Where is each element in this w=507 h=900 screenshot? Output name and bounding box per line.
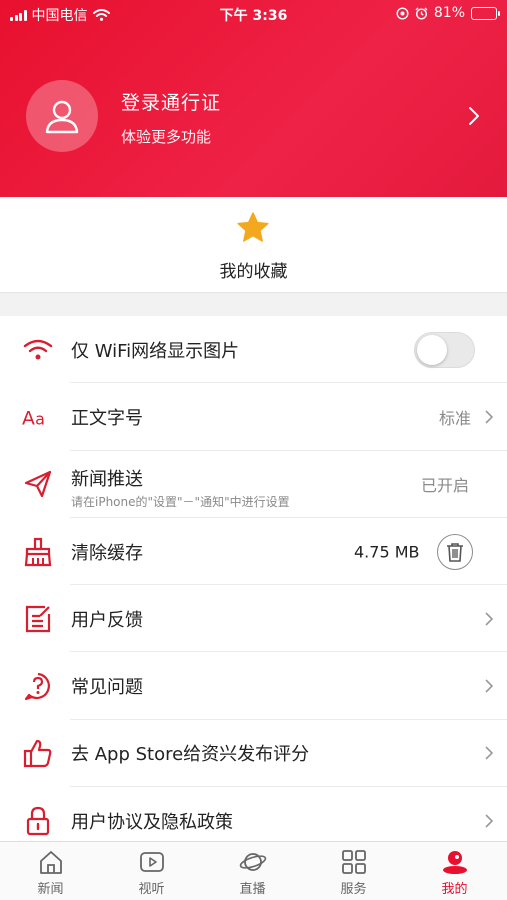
svg-text:a: a <box>35 409 45 428</box>
chevron-right-icon <box>485 612 494 626</box>
profile-header: 中国电信 下午 3:36 81% 登录通行证 体验更多功能 <box>0 0 507 197</box>
question-icon <box>22 670 54 702</box>
faq-row[interactable]: 常见问题 <box>0 652 507 721</box>
feedback-label: 用户反馈 <box>71 609 143 631</box>
status-bar: 中国电信 下午 3:36 81% <box>0 0 507 28</box>
chevron-right-icon <box>485 746 494 760</box>
send-icon <box>22 468 54 500</box>
tab-label: 我的 <box>441 882 468 897</box>
lock-icon <box>22 805 54 837</box>
wifi-icon <box>22 334 54 366</box>
login-title[interactable]: 登录通行证 <box>121 88 221 115</box>
push-row[interactable]: 新闻推送 请在iPhone的"设置"－"通知"中进行设置 已开启 <box>0 451 507 519</box>
cache-size: 4.75 MB <box>354 542 420 562</box>
font-size-row[interactable]: A a 正文字号 标准 <box>0 383 507 451</box>
broom-icon <box>22 536 54 568</box>
toggle-knob <box>417 334 447 365</box>
chevron-right-icon[interactable] <box>468 106 480 126</box>
play-icon <box>138 848 166 876</box>
tab-label: 视听 <box>138 882 165 897</box>
battery-icon <box>471 6 500 20</box>
chevron-right-icon <box>485 814 494 828</box>
home-icon <box>37 848 65 876</box>
star-icon <box>237 212 269 242</box>
login-subtitle: 体验更多功能 <box>121 128 212 146</box>
profile-icon <box>441 848 469 876</box>
settings-list: 仅 WiFi网络显示图片 A a 正文字号 标准 新闻推送 请在iPhone的"… <box>0 316 507 855</box>
clear-cache-button[interactable] <box>437 533 473 570</box>
favorites-label: 我的收藏 <box>219 262 288 282</box>
chevron-right-icon <box>485 410 494 424</box>
faq-label: 常见问题 <box>71 677 143 699</box>
tab-bar: 新闻 视听 直播 服务 我的 <box>0 841 507 900</box>
trash-icon <box>447 542 463 562</box>
font-size-icon: A a <box>22 401 54 433</box>
tab-news[interactable]: 新闻 <box>0 842 101 900</box>
tab-services[interactable]: 服务 <box>303 842 404 900</box>
svg-text:A: A <box>22 408 35 428</box>
privacy-label: 用户协议及隐私政策 <box>71 811 233 833</box>
push-value: 已开启 <box>421 476 470 496</box>
favorites-section[interactable]: 我的收藏 <box>0 197 507 293</box>
avatar[interactable] <box>26 80 98 152</box>
tab-label: 服务 <box>340 882 367 897</box>
wifi-images-row: 仅 WiFi网络显示图片 <box>0 316 507 384</box>
rate-label: 去 App Store给资兴发布评分 <box>71 744 310 766</box>
wifi-images-label: 仅 WiFi网络显示图片 <box>71 340 240 362</box>
font-size-label: 正文字号 <box>71 407 143 429</box>
tab-mine[interactable]: 我的 <box>404 842 505 900</box>
grid-icon <box>340 848 368 876</box>
edit-icon <box>22 603 54 635</box>
status-right: 81% <box>396 5 500 21</box>
alarm-icon <box>415 7 428 20</box>
tab-label: 新闻 <box>37 882 64 897</box>
rate-row[interactable]: 去 App Store给资兴发布评分 <box>0 720 507 788</box>
battery-percent: 81% <box>433 5 465 21</box>
push-label: 新闻推送 <box>71 468 143 490</box>
tab-label: 直播 <box>239 882 266 897</box>
feedback-row[interactable]: 用户反馈 <box>0 585 507 653</box>
tab-video[interactable]: 视听 <box>101 842 202 900</box>
cache-label: 清除缓存 <box>71 542 143 564</box>
planet-icon <box>239 848 267 876</box>
rotation-lock-icon <box>396 6 409 20</box>
cache-row: 清除缓存 4.75 MB <box>0 518 507 586</box>
chevron-right-icon <box>485 679 494 693</box>
push-subtitle: 请在iPhone的"设置"－"通知"中进行设置 <box>71 494 290 509</box>
tab-live[interactable]: 直播 <box>202 842 303 900</box>
thumbs-up-icon <box>22 737 54 769</box>
wifi-images-toggle[interactable] <box>414 331 475 368</box>
font-size-value: 标准 <box>439 408 472 428</box>
user-icon <box>45 100 79 134</box>
